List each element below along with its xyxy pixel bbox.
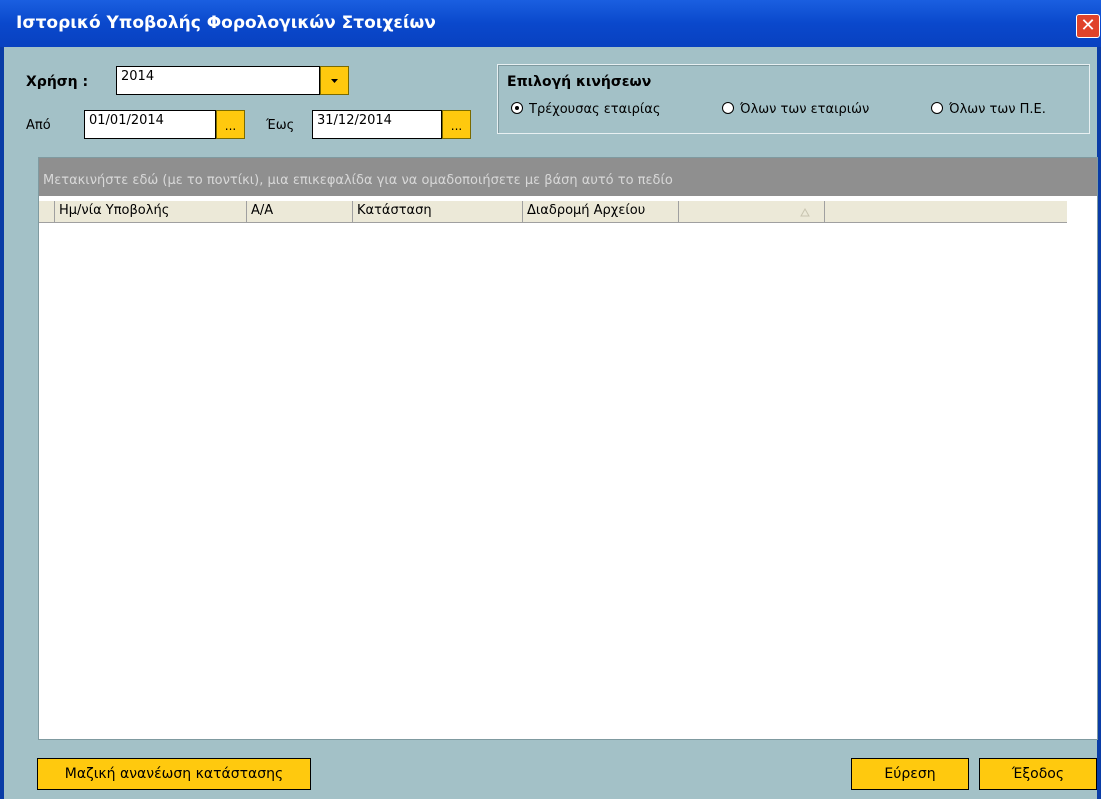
column-header-sortable[interactable] bbox=[679, 201, 825, 222]
bulk-update-status-button[interactable]: Μαζική ανανέωση κατάστασης bbox=[37, 758, 311, 790]
column-header-date[interactable]: Ημ/νία Υποβολής bbox=[55, 201, 247, 222]
exit-button[interactable]: Έξοδος bbox=[979, 758, 1097, 790]
group-by-panel[interactable]: Μετακινήστε εδώ (με το ποντίκι), μια επι… bbox=[39, 158, 1097, 196]
radio-current-company[interactable]: Τρέχουσας εταιρίας bbox=[511, 102, 660, 117]
radio-all-pe[interactable]: Όλων των Π.Ε. bbox=[931, 102, 1046, 117]
column-header-aa[interactable]: Α/Α bbox=[247, 201, 353, 222]
window-title: Ιστορικό Υποβολής Φορολογικών Στοιχείων bbox=[16, 13, 436, 33]
dialog-window: Ιστορικό Υποβολής Φορολογικών Στοιχείων … bbox=[0, 0, 1101, 799]
year-select[interactable]: 2014 bbox=[116, 66, 320, 95]
radio-label: Όλων των Π.Ε. bbox=[949, 102, 1046, 117]
row-indicator-header bbox=[39, 201, 55, 222]
radio-label: Όλων των εταιριών bbox=[740, 102, 870, 117]
radio-label: Τρέχουσας εταιρίας bbox=[529, 102, 661, 117]
submissions-grid[interactable]: Μετακινήστε εδώ (με το ποντίκι), μια επι… bbox=[38, 157, 1098, 740]
movement-selection-title: Επιλογή κινήσεων bbox=[507, 74, 652, 90]
ellipsis-icon: ... bbox=[450, 119, 463, 133]
to-label: Έως bbox=[266, 118, 295, 133]
radio-selected-icon bbox=[511, 102, 523, 114]
ellipsis-icon: ... bbox=[224, 119, 237, 133]
movement-selection-group: Επιλογή κινήσεων Τρέχουσας εταιρίας Όλων… bbox=[497, 64, 1090, 134]
year-label: Χρήση : bbox=[26, 74, 89, 90]
title-bar[interactable]: Ιστορικό Υποβολής Φορολογικών Στοιχείων … bbox=[0, 0, 1101, 47]
radio-unselected-icon bbox=[722, 102, 734, 114]
search-button[interactable]: Εύρεση bbox=[851, 758, 969, 790]
close-button[interactable]: ✕ bbox=[1076, 14, 1100, 38]
from-date-picker-button[interactable]: ... bbox=[216, 110, 245, 139]
year-dropdown-button[interactable] bbox=[320, 66, 349, 95]
to-date-picker-button[interactable]: ... bbox=[442, 110, 471, 139]
column-header-file-path[interactable]: Διαδρομή Αρχείου bbox=[523, 201, 679, 222]
from-label: Από bbox=[26, 118, 51, 133]
grid-header: Ημ/νία Υποβολής Α/Α Κατάσταση Διαδρομή Α… bbox=[39, 201, 1067, 223]
sort-indicator-icon bbox=[800, 207, 810, 217]
close-icon[interactable]: ✕ bbox=[1080, 15, 1095, 36]
to-date-input[interactable]: 31/12/2014 bbox=[312, 110, 442, 139]
column-header-status[interactable]: Κατάσταση bbox=[353, 201, 523, 222]
radio-unselected-icon bbox=[931, 102, 943, 114]
from-date-input[interactable]: 01/01/2014 bbox=[84, 110, 216, 139]
radio-all-companies[interactable]: Όλων των εταιριών bbox=[722, 102, 869, 117]
chevron-down-icon bbox=[331, 79, 338, 83]
